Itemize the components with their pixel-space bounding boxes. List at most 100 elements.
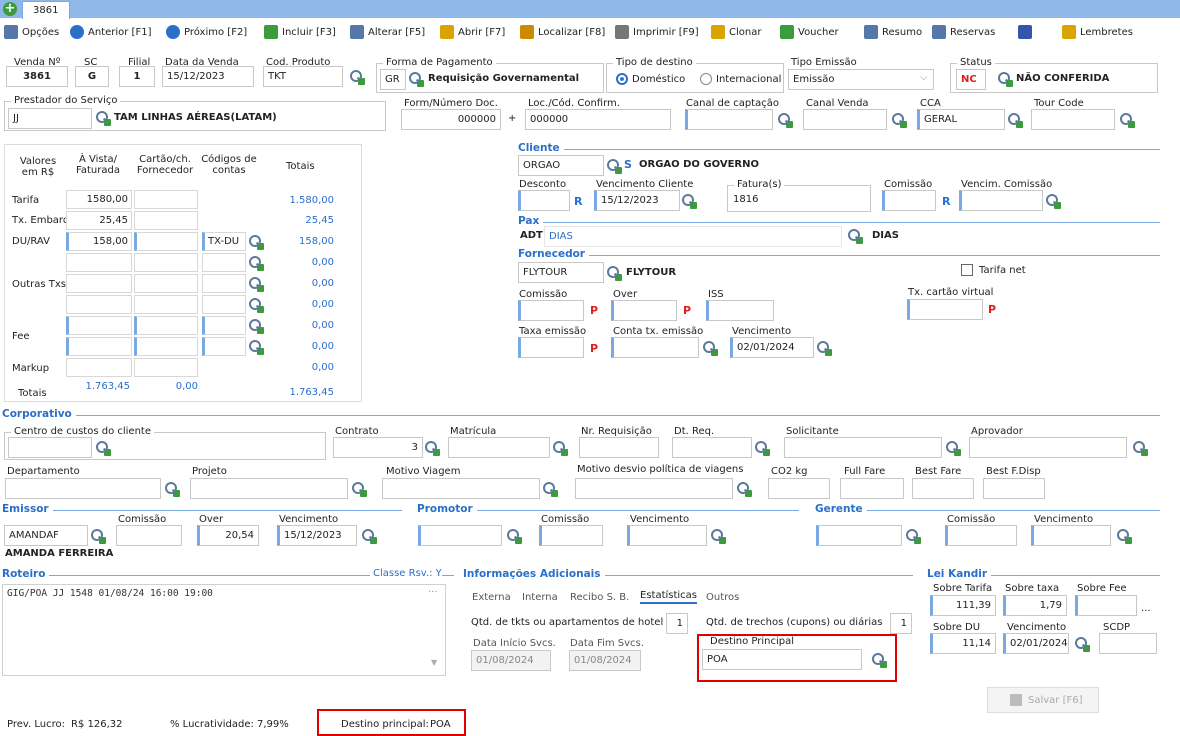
data-fim-field[interactable]: 01/08/2024: [569, 650, 641, 671]
departamento-field[interactable]: [5, 478, 161, 499]
search-icon[interactable]: [703, 341, 718, 356]
toolbar-button-binoculars[interactable]: Localizar [F8]: [520, 23, 605, 41]
cartao-cell[interactable]: [134, 295, 198, 314]
sobre-taxa-field[interactable]: 1,79: [1003, 595, 1067, 616]
document-tab[interactable]: 3861: [22, 1, 70, 19]
matricula-field[interactable]: [448, 437, 550, 458]
add-tab-icon[interactable]: +: [3, 2, 17, 16]
form-num-field[interactable]: 000000: [401, 109, 501, 130]
search-icon[interactable]: [1008, 113, 1023, 128]
sc-field[interactable]: G: [75, 66, 109, 87]
search-icon[interactable]: [249, 256, 264, 271]
search-icon[interactable]: [249, 319, 264, 334]
vista-cell[interactable]: [66, 337, 132, 356]
radio-domestico[interactable]: [616, 73, 628, 85]
search-icon[interactable]: [543, 482, 558, 497]
vista-cell[interactable]: [66, 274, 132, 293]
search-icon[interactable]: [607, 159, 622, 174]
fatura-value[interactable]: 1816: [733, 194, 758, 205]
contrato-field[interactable]: 3: [333, 437, 423, 458]
data-venda-field[interactable]: 15/12/2023: [162, 66, 254, 87]
codigo-cell[interactable]: [202, 253, 246, 272]
toolbar-button-printer[interactable]: Imprimir [F9]: [615, 23, 699, 41]
search-icon[interactable]: [998, 72, 1013, 87]
search-icon[interactable]: [848, 229, 863, 244]
tour-code-field[interactable]: [1031, 109, 1115, 130]
search-icon[interactable]: [906, 529, 921, 544]
tipo-emissao-select[interactable]: Emissão: [788, 69, 934, 90]
tab-externa[interactable]: Externa: [472, 592, 511, 603]
toolbar-button-key[interactable]: Abrir [F7]: [440, 23, 505, 41]
toolbar-button-options[interactable]: Opções: [4, 23, 59, 41]
toolbar-button-summary[interactable]: Resumo: [864, 23, 922, 41]
conta-tx-field[interactable]: [611, 337, 699, 358]
toolbar-button-plus[interactable]: Incluir [F3]: [264, 23, 336, 41]
search-icon[interactable]: [249, 298, 264, 313]
search-icon[interactable]: [507, 529, 522, 544]
toolbar-button-arrow-right[interactable]: Próximo [F2]: [166, 23, 247, 41]
motivo-viagem-field[interactable]: [382, 478, 540, 499]
solicitante-field[interactable]: [784, 437, 942, 458]
co2-field[interactable]: [768, 478, 830, 499]
prestador-code-field[interactable]: JJ: [8, 108, 92, 129]
venc-comissao-field[interactable]: [959, 190, 1043, 211]
scdp-field[interactable]: [1099, 633, 1157, 654]
emissor-venc-field[interactable]: 15/12/2023: [277, 525, 357, 546]
venc-cliente-field[interactable]: 15/12/2023: [594, 190, 680, 211]
tab-interna[interactable]: Interna: [522, 592, 558, 603]
search-icon[interactable]: [362, 529, 377, 544]
cca-field[interactable]: GERAL: [917, 109, 1005, 130]
search-icon[interactable]: [1075, 637, 1090, 652]
promotor-venc-field[interactable]: [627, 525, 707, 546]
codigo-cell[interactable]: TX-DU: [202, 232, 246, 251]
toolbar-button-attachment[interactable]: [1018, 23, 1032, 41]
lei-venc-field[interactable]: 02/01/2024: [1003, 633, 1069, 654]
qtd-trechos-field[interactable]: 1: [890, 613, 912, 634]
search-icon[interactable]: [96, 111, 111, 126]
motivo-desvio-field[interactable]: [575, 478, 733, 499]
cartao-cell[interactable]: [134, 211, 198, 230]
toolbar-button-clone[interactable]: Clonar: [711, 23, 761, 41]
search-icon[interactable]: [817, 341, 832, 356]
radio-internacional[interactable]: [700, 73, 712, 85]
scroll-down-icon[interactable]: ▼: [431, 658, 437, 667]
aprovador-field[interactable]: [969, 437, 1127, 458]
status-code-field[interactable]: NC: [956, 69, 986, 90]
toolbar-button-reservations[interactable]: Reservas: [932, 23, 995, 41]
emissor-comissao-field[interactable]: [116, 525, 182, 546]
search-icon[interactable]: [96, 441, 111, 456]
cartao-cell[interactable]: [134, 253, 198, 272]
search-icon[interactable]: [350, 70, 365, 85]
venc-forn-field[interactable]: 02/01/2024: [730, 337, 814, 358]
comissao-forn-field[interactable]: [518, 300, 584, 321]
tx-cartao-field[interactable]: [907, 299, 983, 320]
search-icon[interactable]: [892, 113, 907, 128]
cartao-cell[interactable]: [134, 337, 198, 356]
search-icon[interactable]: [946, 441, 961, 456]
emissor-over-field[interactable]: 20,54: [197, 525, 259, 546]
search-icon[interactable]: [1133, 441, 1148, 456]
search-icon[interactable]: [425, 441, 440, 456]
vista-cell[interactable]: [66, 358, 132, 377]
sobre-fee-field[interactable]: [1075, 595, 1137, 616]
search-icon[interactable]: [165, 482, 180, 497]
search-icon[interactable]: [711, 529, 726, 544]
toolbar-button-edit[interactable]: Alterar [F5]: [350, 23, 425, 41]
cartao-cell[interactable]: [134, 274, 198, 293]
save-button[interactable]: Salvar [F6]: [987, 687, 1099, 713]
dt-req-field[interactable]: [672, 437, 752, 458]
search-icon[interactable]: [607, 266, 622, 281]
search-icon[interactable]: [249, 340, 264, 355]
vista-cell[interactable]: [66, 316, 132, 335]
emissor-code-field[interactable]: AMANDAF: [4, 525, 88, 546]
search-icon[interactable]: [778, 113, 793, 128]
gerente-venc-field[interactable]: [1031, 525, 1111, 546]
codigo-cell[interactable]: [202, 337, 246, 356]
centro-custos-field[interactable]: [8, 437, 92, 458]
search-icon[interactable]: [553, 441, 568, 456]
search-icon[interactable]: [249, 277, 264, 292]
toolbar-button-reminders[interactable]: Lembretes: [1062, 23, 1133, 41]
gerente-code-field[interactable]: [816, 525, 902, 546]
gerente-comissao-field[interactable]: [945, 525, 1017, 546]
promotor-code-field[interactable]: [418, 525, 502, 546]
